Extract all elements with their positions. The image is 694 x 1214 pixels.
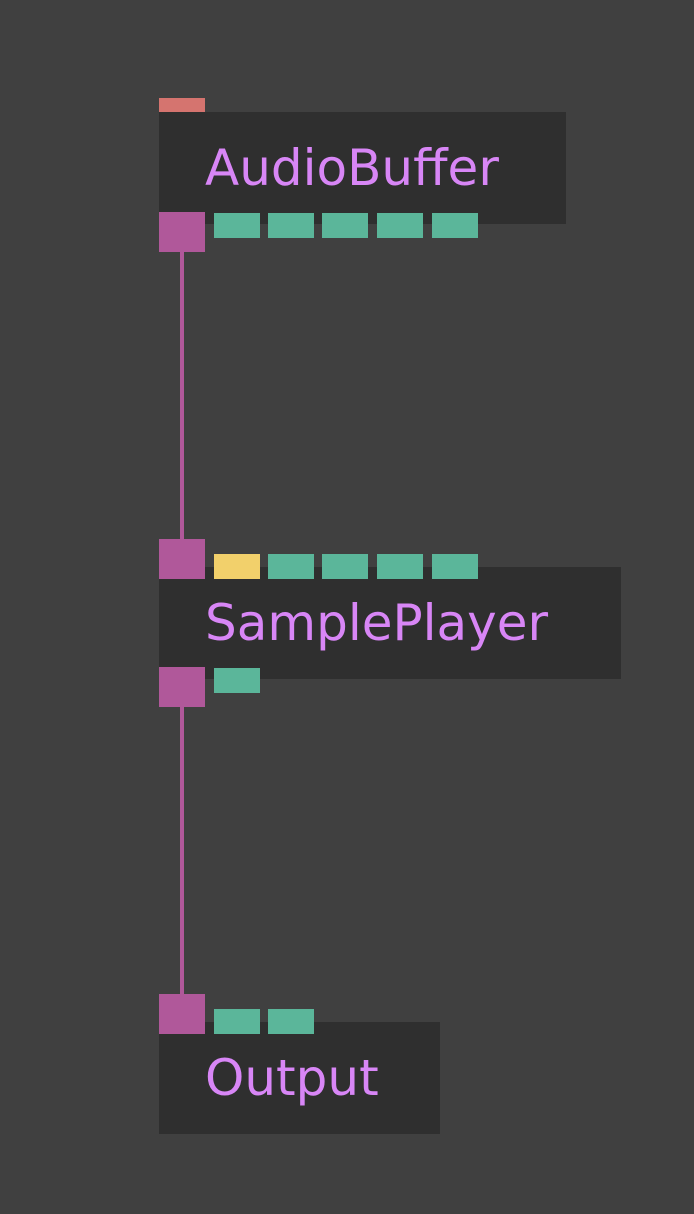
signal-inlet-port[interactable] (159, 539, 205, 579)
param-outlet-port[interactable] (322, 213, 368, 238)
node-title: AudioBuffer (205, 139, 499, 197)
param-outlet-port[interactable] (432, 213, 478, 238)
connection-wire[interactable] (180, 252, 184, 540)
param-outlet-port[interactable] (377, 213, 423, 238)
connection-wire[interactable] (180, 706, 184, 994)
param-inlet-port[interactable] (268, 554, 314, 579)
param-inlet-port[interactable] (214, 1009, 260, 1034)
param-inlet-port[interactable] (377, 554, 423, 579)
node-graph-canvas[interactable]: AudioBuffer SamplePlayer Output (0, 0, 694, 1214)
signal-outlet-port[interactable] (159, 212, 205, 252)
param-outlet-port[interactable] (268, 213, 314, 238)
param-outlet-port[interactable] (214, 213, 260, 238)
signal-inlet-port[interactable] (159, 994, 205, 1034)
highlighted-inlet-port[interactable] (214, 554, 260, 579)
param-inlet-port[interactable] (322, 554, 368, 579)
node-sampleplayer[interactable]: SamplePlayer (159, 567, 621, 679)
node-title: SamplePlayer (205, 594, 549, 652)
param-inlet-port[interactable] (432, 554, 478, 579)
node-output[interactable]: Output (159, 1022, 440, 1134)
signal-outlet-port[interactable] (159, 667, 205, 707)
node-audiobuffer[interactable]: AudioBuffer (159, 112, 566, 224)
param-inlet-port[interactable] (268, 1009, 314, 1034)
node-title: Output (205, 1049, 379, 1107)
param-outlet-port[interactable] (214, 668, 260, 693)
